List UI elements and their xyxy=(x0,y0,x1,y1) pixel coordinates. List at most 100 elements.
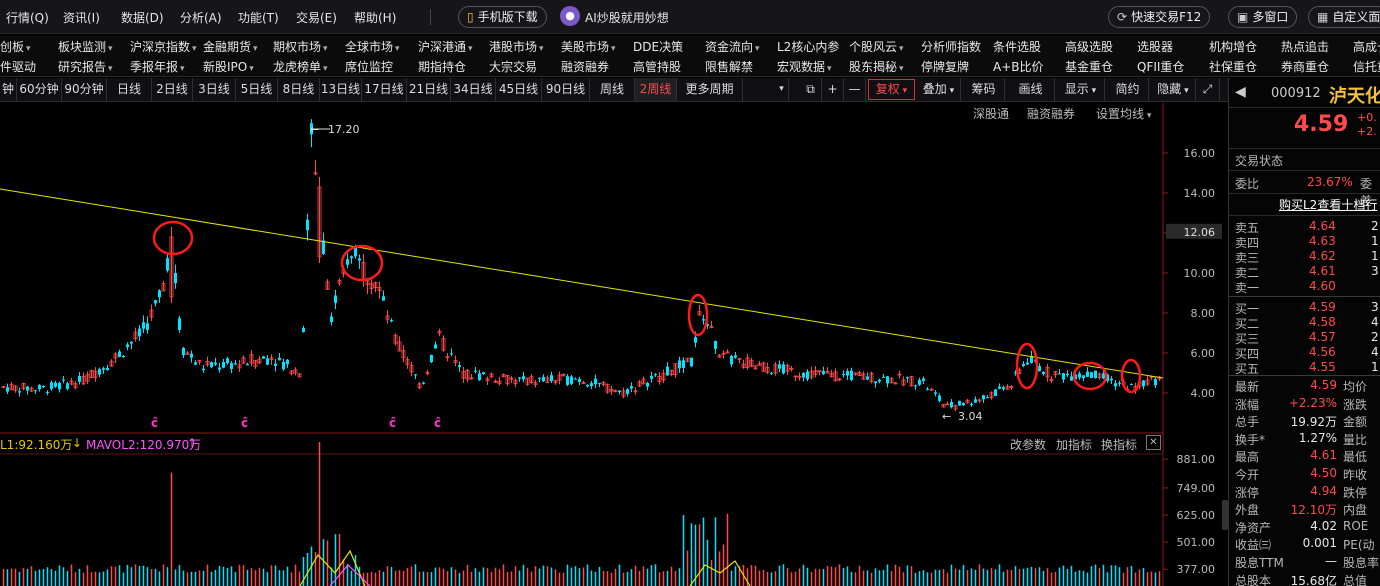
module-row1-item[interactable]: DDE决策 xyxy=(633,38,683,55)
ask-row[interactable]: 卖五 4.64 2 xyxy=(1229,219,1380,235)
period-tab[interactable]: 3日线 xyxy=(193,78,236,101)
custom-layout-button[interactable]: ▦ 自定义面 xyxy=(1308,6,1380,28)
module-row1-item[interactable]: 板块监测 ▾ xyxy=(58,38,113,55)
ask-row[interactable]: 卖四 4.63 1 xyxy=(1229,234,1380,250)
menu-trade[interactable]: 交易(E) xyxy=(296,9,337,26)
ask-row[interactable]: 卖二 4.61 3 xyxy=(1229,264,1380,280)
overlay-dropdown[interactable]: 叠加 ▾ xyxy=(917,78,961,101)
hide-button[interactable]: 隐藏 ▾ xyxy=(1151,78,1196,101)
module-row2-item[interactable]: 期指持仓 xyxy=(418,58,466,75)
module-row1-item[interactable]: 热点追击 xyxy=(1281,38,1329,55)
period-tab[interactable]: 90日线 xyxy=(542,78,590,101)
swap-indicator-button[interactable]: 换指标 xyxy=(1101,436,1137,453)
module-row1-item[interactable]: 金融期货 ▾ xyxy=(203,38,258,55)
period-tab[interactable]: 8日线 xyxy=(278,78,320,101)
menu-analysis[interactable]: 分析(A) xyxy=(180,9,222,26)
module-row1-item[interactable]: 港股市场 ▾ xyxy=(489,38,544,55)
module-row2-item[interactable]: 新股IPO ▾ xyxy=(203,58,254,75)
module-row2-item[interactable]: 社保重仓 xyxy=(1209,58,1257,75)
copy-chart-icon[interactable]: ⧉ xyxy=(800,78,822,101)
ask-row[interactable]: 卖三 4.62 1 xyxy=(1229,249,1380,265)
module-row2-item[interactable]: 大宗交易 xyxy=(489,58,537,75)
display-dropdown[interactable]: 显示 ▾ xyxy=(1057,78,1105,101)
module-row1-item[interactable]: 沪深港通 ▾ xyxy=(418,38,473,55)
panel-resize-handle[interactable] xyxy=(1222,500,1228,530)
fullscreen-icon[interactable]: ⤢ xyxy=(1196,78,1220,101)
module-row2-item[interactable]: 停牌复牌 xyxy=(921,58,969,75)
module-row2-item[interactable]: 季报年报 ▾ xyxy=(130,58,185,75)
module-row2-item[interactable]: 基金重仓 xyxy=(1065,58,1113,75)
bid-row[interactable]: 买四 4.56 4 xyxy=(1229,345,1380,361)
module-row2-item[interactable]: QFII重仓 xyxy=(1137,58,1184,75)
simple-mode-button[interactable]: 简约 xyxy=(1107,78,1149,101)
period-tab[interactable]: 更多周期 xyxy=(677,78,743,101)
period-tab[interactable]: 17日线 xyxy=(362,78,407,101)
module-row1-item[interactable]: 分析师指数 xyxy=(921,38,981,55)
menu-data[interactable]: 数据(D) xyxy=(121,9,164,26)
module-row2-item[interactable]: 宏观数据 ▾ xyxy=(777,58,832,75)
bid-row[interactable]: 买五 4.55 1 xyxy=(1229,360,1380,376)
period-tab[interactable]: 45日线 xyxy=(496,78,542,101)
bid-row[interactable]: 买一 4.59 3 xyxy=(1229,300,1380,316)
module-row2-item[interactable]: 研究报告 ▾ xyxy=(58,58,113,75)
module-row1-item[interactable]: 条件选股 xyxy=(993,38,1041,55)
period-tab[interactable]: 60分钟 xyxy=(17,78,62,101)
module-row1-item[interactable]: L2核心内参 xyxy=(777,38,839,55)
module-row2-item[interactable]: 信托重 xyxy=(1353,58,1380,75)
period-tab[interactable]: 90分钟 xyxy=(62,78,107,101)
add-indicator-button[interactable]: 加指标 xyxy=(1056,436,1092,453)
module-row1-item[interactable]: 高成长▾ xyxy=(1353,38,1380,55)
ask-row[interactable]: 卖一 4.60 xyxy=(1229,279,1380,295)
zoom-in-button[interactable]: + xyxy=(822,78,844,101)
change-param-button[interactable]: 改参数 xyxy=(1010,436,1046,453)
more-periods-caret-icon[interactable]: ▾ xyxy=(775,78,789,101)
module-row2-item[interactable]: 件驱动 xyxy=(0,58,36,75)
period-tab[interactable]: 34日线 xyxy=(451,78,496,101)
menu-news[interactable]: 资讯(I) xyxy=(63,9,100,26)
menu-quotes[interactable]: 行情(Q) xyxy=(6,9,49,26)
module-row1-item[interactable]: 沪深京指数 ▾ xyxy=(130,38,197,55)
module-row1-item[interactable]: 个股风云 ▾ xyxy=(849,38,904,55)
shentong-link[interactable]: 深股通 xyxy=(973,105,1009,122)
ai-promo-link[interactable]: AI炒股就用妙想 xyxy=(585,9,669,26)
mobile-download-button[interactable]: ▯ 手机版下载 xyxy=(458,6,547,28)
module-row1-item[interactable]: 期权市场 ▾ xyxy=(273,38,328,55)
module-row2-item[interactable]: 龙虎榜单 ▾ xyxy=(273,58,328,75)
quick-trade-button[interactable]: ⟳ 快速交易F12 xyxy=(1108,6,1211,28)
period-tab[interactable]: 5日线 xyxy=(236,78,278,101)
module-row2-item[interactable]: A+B比价 xyxy=(993,58,1044,75)
ma-setting-dropdown[interactable]: 设置均线 ▾ xyxy=(1096,105,1151,122)
period-tab[interactable]: 钟 xyxy=(0,78,17,101)
menu-help[interactable]: 帮助(H) xyxy=(354,9,396,26)
module-row2-item[interactable]: 席位监控 xyxy=(345,58,393,75)
module-row1-item[interactable]: 选股器 xyxy=(1137,38,1173,55)
period-tab[interactable]: 日线 xyxy=(107,78,152,101)
module-row1-item[interactable]: 机构增仓 xyxy=(1209,38,1257,55)
period-tab[interactable]: 13日线 xyxy=(320,78,362,101)
l2-promo-link[interactable]: 购买L2查看十档行 xyxy=(1279,196,1377,213)
fuquan-dropdown[interactable]: 复权 ▾ xyxy=(868,79,915,100)
module-row2-item[interactable]: 高管持股 xyxy=(633,58,681,75)
multi-window-button[interactable]: ▣ 多窗口 xyxy=(1228,6,1298,28)
chips-button[interactable]: 筹码 xyxy=(963,78,1005,101)
zoom-out-button[interactable]: — xyxy=(844,78,866,101)
period-tab[interactable]: 2日线 xyxy=(152,78,193,101)
period-tab[interactable]: 2周线 xyxy=(635,78,677,101)
module-row2-item[interactable]: 股东揭秘 ▾ xyxy=(849,58,904,75)
module-row1-item[interactable]: 创板 ▾ xyxy=(0,38,31,55)
module-row2-item[interactable]: 限售解禁 xyxy=(705,58,753,75)
module-row2-item[interactable]: 融资融券 xyxy=(561,58,609,75)
collapse-panel-icon[interactable]: ◀ xyxy=(1235,84,1246,100)
period-tab[interactable]: 21日线 xyxy=(407,78,451,101)
menu-functions[interactable]: 功能(T) xyxy=(238,9,279,26)
draw-line-button[interactable]: 画线 xyxy=(1007,78,1055,101)
bid-row[interactable]: 买三 4.57 2 xyxy=(1229,330,1380,346)
module-row1-item[interactable]: 全球市场 ▾ xyxy=(345,38,400,55)
module-row2-item[interactable]: 券商重仓 xyxy=(1281,58,1329,75)
close-indicator-icon[interactable]: ✕ xyxy=(1146,435,1161,450)
kline-chart[interactable]: 16.0014.0012.0010.008.006.004.0012.06881… xyxy=(0,103,1228,586)
module-row1-item[interactable]: 美股市场 ▾ xyxy=(561,38,616,55)
period-tab[interactable]: 周线 xyxy=(590,78,635,101)
rzrq-link[interactable]: 融资融券 xyxy=(1027,105,1075,122)
module-row1-item[interactable]: 资金流向 ▾ xyxy=(705,38,760,55)
